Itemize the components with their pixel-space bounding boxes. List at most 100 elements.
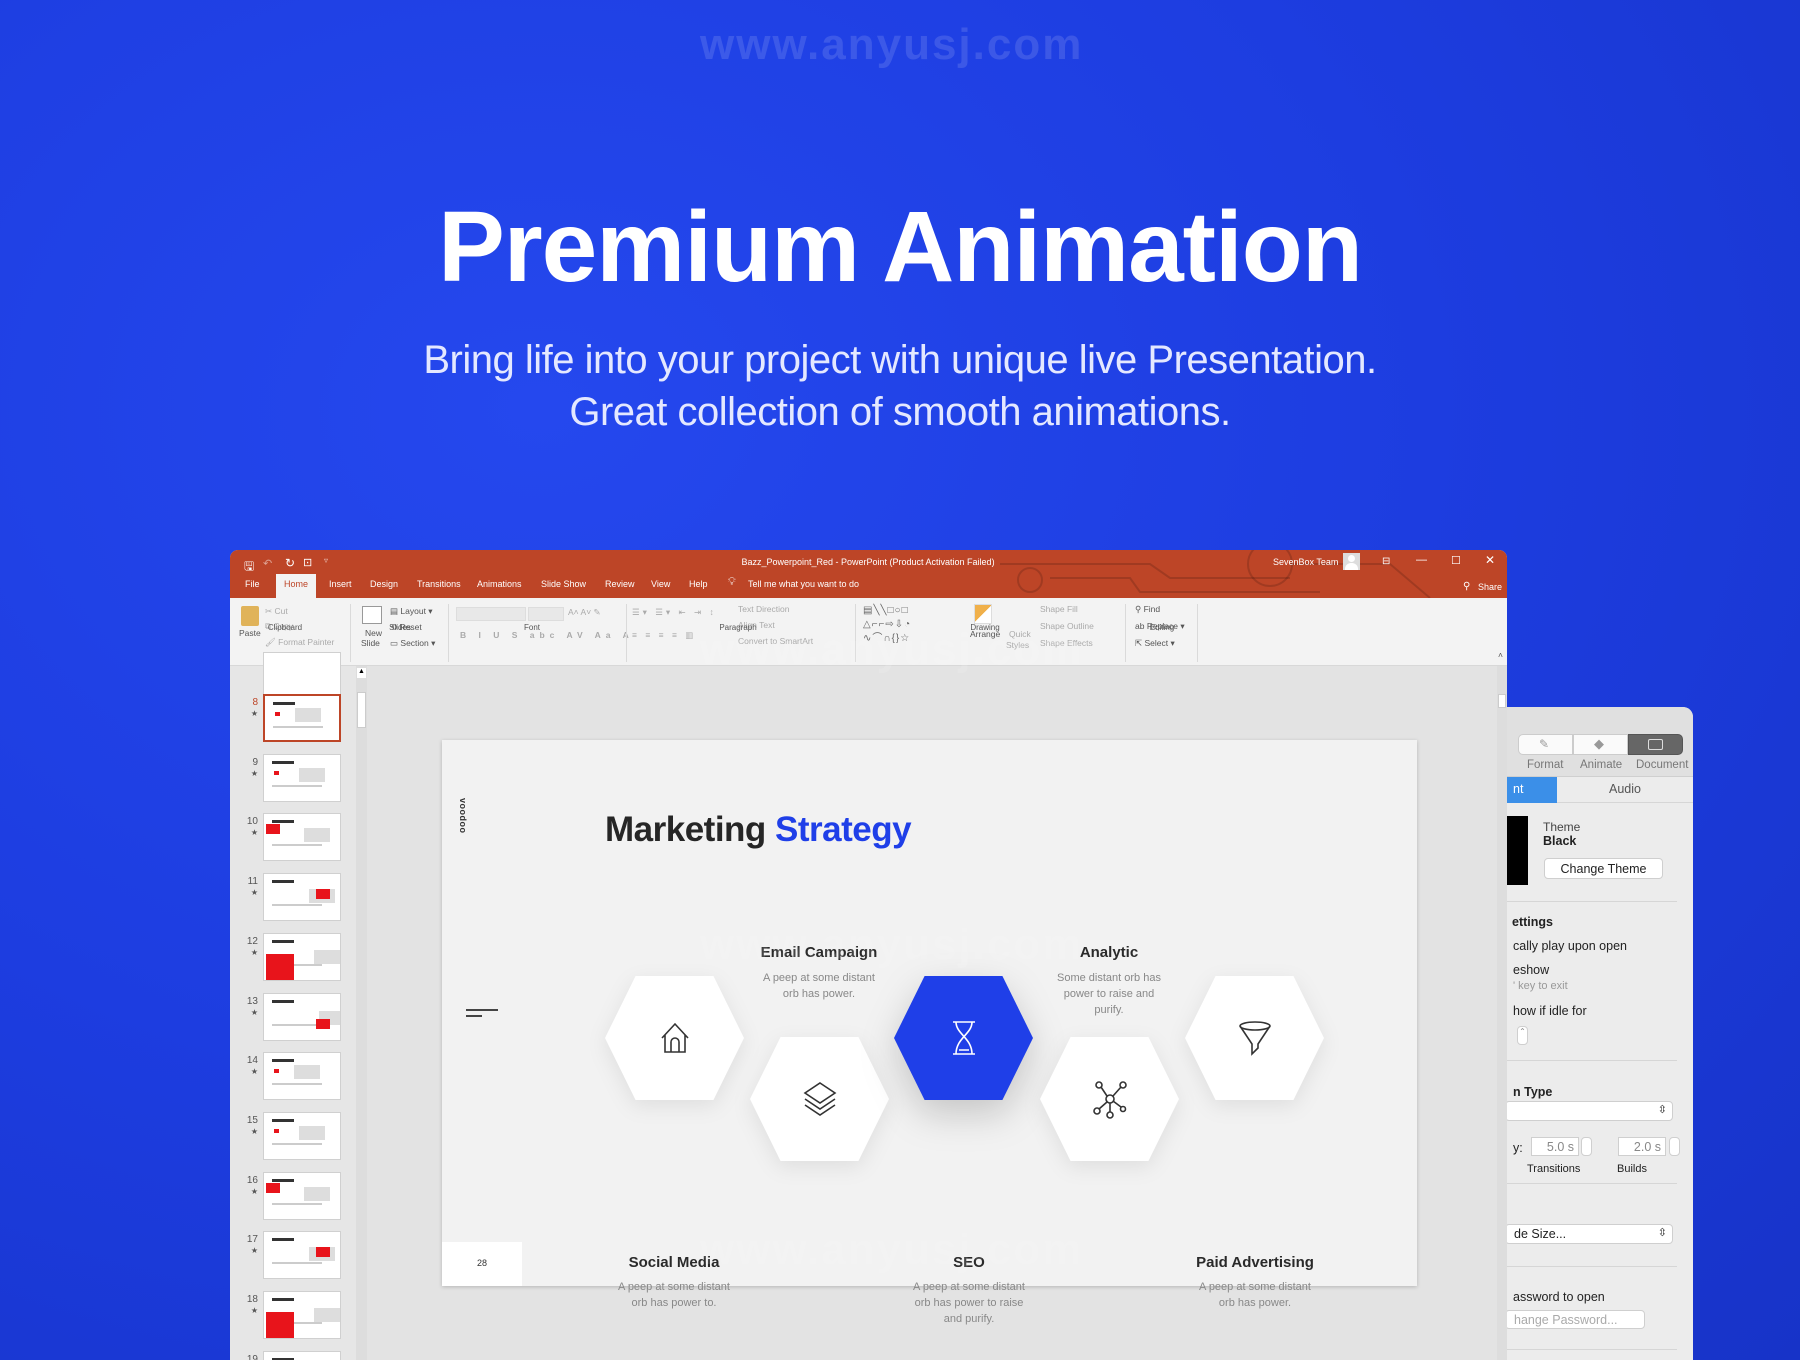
quick-styles-button[interactable]: Quick: [1009, 629, 1031, 639]
save-icon[interactable]: 🖫: [244, 557, 254, 578]
start-slideshow-icon[interactable]: ⊡: [303, 556, 312, 569]
builds-duration-input[interactable]: 2.0 s: [1618, 1137, 1666, 1156]
hexagon-seo[interactable]: [894, 976, 1033, 1100]
animate-tab-button[interactable]: ◆: [1573, 734, 1628, 755]
quick-styles-label: Styles: [1006, 640, 1030, 650]
slide-thumbnail[interactable]: [263, 1111, 341, 1160]
share-icon[interactable]: ⚲: [1463, 581, 1470, 592]
transitions-duration-input[interactable]: 5.0 s: [1531, 1137, 1579, 1156]
format-painter-button[interactable]: 🖌︎ Format Painter: [265, 637, 334, 648]
redo-icon[interactable]: ↻: [285, 556, 295, 570]
editor-scrollbar-thumb[interactable]: [1498, 694, 1506, 708]
idle-stepper[interactable]: ⌃: [1517, 1026, 1528, 1045]
find-button[interactable]: ⚲ Find: [1135, 604, 1160, 615]
editor-scrollbar[interactable]: [1497, 666, 1507, 1360]
new-slide-label[interactable]: New: [365, 628, 382, 638]
minimize-icon[interactable]: —: [1416, 554, 1427, 566]
scrollbar-thumb[interactable]: [357, 692, 366, 728]
idle-option[interactable]: how if idle for: [1513, 1004, 1587, 1018]
slide-size-select[interactable]: de Size... ⇳: [1505, 1224, 1673, 1244]
layout-button[interactable]: ▤ Layout ▾: [390, 606, 433, 617]
item-title: Email Campaign: [760, 944, 878, 961]
thumbnail-scrollbar[interactable]: ▲: [356, 666, 367, 1360]
tab-view[interactable]: View: [651, 579, 670, 589]
slide-thumbnail[interactable]: [263, 1171, 341, 1220]
collapse-ribbon-icon[interactable]: ˄: [1498, 650, 1503, 660]
font-family-select[interactable]: [456, 607, 526, 621]
item-description-line: orb has power.: [1218, 1297, 1292, 1309]
slide-thumbnail-partial[interactable]: [263, 652, 341, 700]
tab-transitions[interactable]: Transitions: [417, 579, 461, 589]
autoplay-option[interactable]: cally play upon open: [1513, 939, 1627, 953]
close-icon[interactable]: ✕: [1485, 553, 1495, 567]
arrange-icon[interactable]: [974, 604, 992, 624]
item-description: Some distant orb has power to raise and pu…: [1034, 970, 1184, 1018]
change-theme-button[interactable]: Change Theme: [1544, 858, 1663, 879]
font-grow-shrink-icons[interactable]: A˄ A˅ ✎: [568, 607, 601, 618]
tab-file[interactable]: File: [245, 579, 260, 589]
transitions-stepper[interactable]: [1581, 1137, 1592, 1156]
maximize-icon[interactable]: ☐: [1451, 554, 1461, 567]
slide-thumbnail[interactable]: [263, 1052, 341, 1101]
hexagon-analytic[interactable]: [1040, 1037, 1179, 1161]
user-name[interactable]: SevenBox Team: [1273, 557, 1338, 567]
customize-toolbar-icon[interactable]: ▿: [324, 556, 328, 565]
slide-thumbnail-pane[interactable]: 8★9★10★11★12★13★14★15★16★17★18★19★: [230, 652, 356, 1360]
scroll-up-icon[interactable]: ▲: [357, 668, 366, 678]
shape-outline-button[interactable]: Shape Outline: [1040, 621, 1094, 631]
paste-icon[interactable]: [241, 606, 259, 626]
shape-fill-button[interactable]: Shape Fill: [1040, 604, 1078, 614]
tab-review[interactable]: Review: [605, 579, 635, 589]
subtab-audio[interactable]: Audio: [1557, 777, 1693, 803]
list-buttons[interactable]: ☰▾ ☰▾ ⇤ ⇥ ↕: [632, 607, 717, 618]
tab-design[interactable]: Design: [370, 579, 398, 589]
slide-thumbnail[interactable]: [263, 813, 341, 862]
select-button[interactable]: ⇱ Select ▾: [1135, 638, 1175, 649]
paste-button[interactable]: Paste: [239, 628, 261, 638]
type-select[interactable]: ⇳: [1505, 1101, 1673, 1121]
new-slide-label-2[interactable]: Slide: [361, 638, 380, 648]
share-button[interactable]: Share: [1478, 582, 1502, 592]
slide-thumbnail[interactable]: [263, 1231, 341, 1280]
section-button[interactable]: ▭ Section ▾: [390, 638, 435, 649]
slide-thumbnail[interactable]: [263, 992, 341, 1041]
font-size-select[interactable]: [528, 607, 564, 621]
shape-effects-button[interactable]: Shape Effects: [1040, 638, 1093, 648]
hexagon-social-media[interactable]: [605, 976, 744, 1100]
tab-animations[interactable]: Animations: [477, 579, 522, 589]
shapes-gallery[interactable]: ▤╲╲□○□ △⌐⌐⇨⇩◔ ∿⌒∩{}☆: [863, 604, 911, 646]
format-tab-button[interactable]: ✎: [1518, 734, 1573, 755]
key-exit-hint: ' key to exit: [1513, 980, 1568, 992]
theme-preview: [1507, 816, 1528, 885]
tab-home[interactable]: Home: [276, 574, 317, 598]
slide-thumbnail[interactable]: [263, 1350, 341, 1360]
ribbon-display-icon[interactable]: ⊟: [1382, 556, 1390, 567]
tab-insert[interactable]: Insert: [329, 579, 352, 589]
avatar[interactable]: [1343, 553, 1360, 570]
text-direction-button[interactable]: Text Direction: [738, 604, 790, 614]
document-tab-button[interactable]: [1628, 734, 1683, 755]
hexagon-paid-advertising[interactable]: [1185, 976, 1324, 1100]
slideshow-option[interactable]: eshow: [1513, 963, 1549, 977]
slide-thumbnail[interactable]: [263, 694, 341, 742]
password-option[interactable]: assword to open: [1513, 1290, 1605, 1304]
slide-thumbnail[interactable]: [263, 1291, 341, 1339]
new-slide-icon[interactable]: [362, 606, 382, 624]
slide-thumbnail[interactable]: [263, 873, 341, 922]
undo-icon[interactable]: ↶: [263, 557, 272, 570]
convert-smartart-button[interactable]: Convert to SmartArt: [738, 636, 813, 646]
tell-me-search[interactable]: Tell me what you want to do: [748, 579, 859, 589]
tab-help[interactable]: Help: [689, 579, 708, 589]
powerpoint-window: 🖫 ↶ ↻ ⊡ ▿ Bazz_Powerpoint_Red - PowerPoi…: [230, 550, 1507, 1360]
item-title: Social Media: [628, 1254, 720, 1271]
slide-thumbnail[interactable]: [263, 932, 341, 981]
builds-stepper[interactable]: [1669, 1137, 1680, 1156]
font-format-buttons[interactable]: B I U S abc AV Aa A: [460, 630, 634, 640]
slide-canvas[interactable]: voodoo Marketing Strategy 28 Social Medi…: [442, 740, 1417, 1325]
alignment-buttons[interactable]: ≡ ≡ ≡ ≡ ▥: [632, 630, 696, 641]
slide-thumbnail[interactable]: [263, 753, 341, 802]
change-password-button[interactable]: hange Password...: [1505, 1310, 1645, 1329]
tab-slide-show[interactable]: Slide Show: [541, 579, 586, 589]
hexagon-email-campaign[interactable]: [750, 1037, 889, 1161]
cut-button[interactable]: ✂ Cut: [265, 606, 288, 617]
